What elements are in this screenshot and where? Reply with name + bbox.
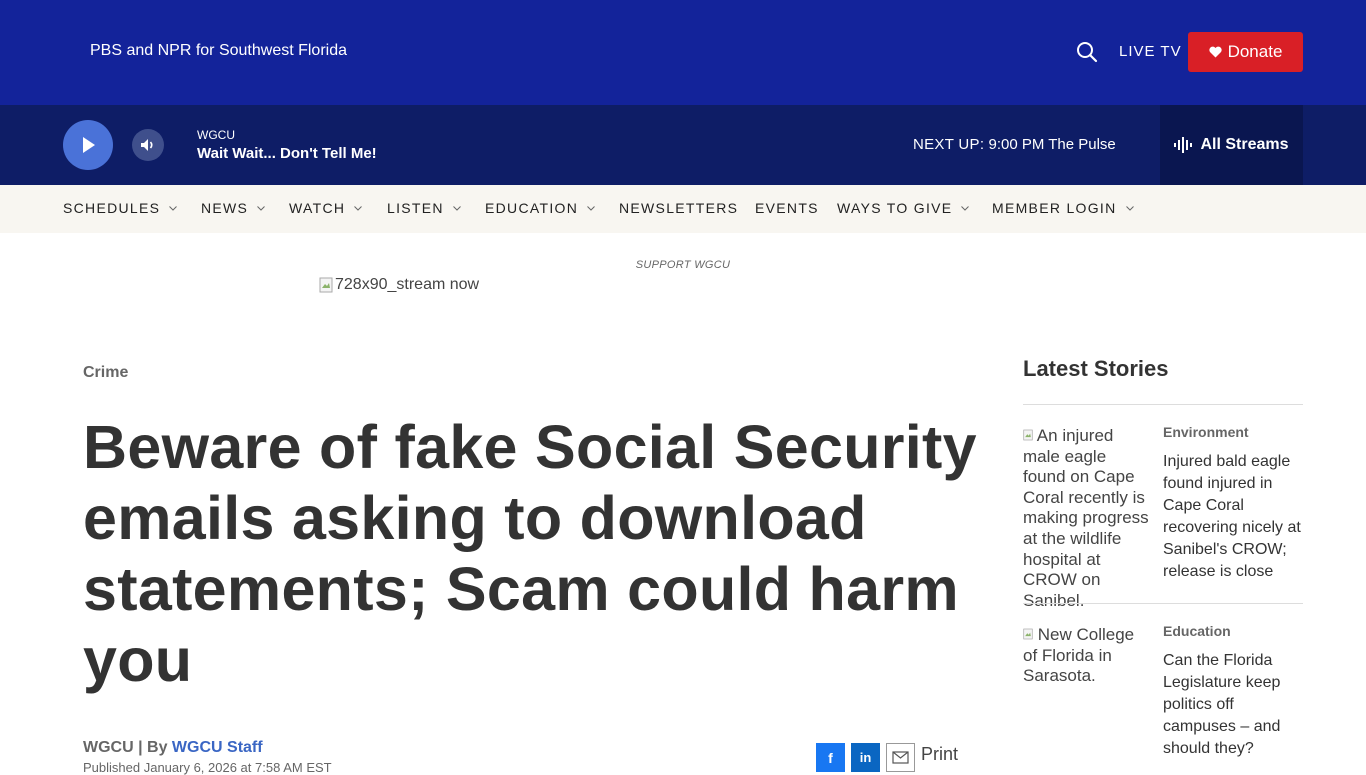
nav-listen[interactable]: LISTEN [387,200,461,216]
nav-education[interactable]: EDUCATION [485,200,595,216]
nav-label: SCHEDULES [63,200,161,216]
linkedin-icon: in [859,750,872,765]
site-header: PBS and NPR for Southwest Florida LIVE T… [0,0,1366,105]
nav-label: WAYS TO GIVE [837,200,953,216]
nav-news[interactable]: NEWS [201,200,266,216]
story-category[interactable]: Education [1163,623,1231,639]
chevron-down-icon [961,205,970,211]
author-link[interactable]: WGCU Staff [172,739,263,756]
divider [1023,603,1303,604]
chevron-down-icon [587,205,595,211]
story-image-alt: An injured male eagle found on Cape Cora… [1023,426,1149,610]
nav-label: MEMBER LOGIN [992,200,1117,216]
nav-watch[interactable]: WATCH [289,200,363,216]
live-tv-link[interactable]: LIVE TV [1119,43,1182,60]
chevron-down-icon [257,205,266,211]
latest-stories-heading: Latest Stories [1023,356,1169,381]
nav-label: NEWSLETTERS [619,200,739,216]
nav-label: NEWS [201,200,249,216]
play-icon [83,137,95,153]
support-label: SUPPORT WGCU [635,259,731,271]
email-icon [892,751,909,764]
chevron-down-icon [1125,205,1134,211]
story-category[interactable]: Environment [1163,424,1249,440]
next-up-program: 9:00 PM The Pulse [988,136,1116,153]
story-image[interactable]: An injured male eagle found on Cape Cora… [1023,426,1151,611]
volume-icon [141,139,153,151]
volume-button[interactable] [132,129,164,161]
station-name: WGCU [197,128,235,142]
nav-label: EDUCATION [485,200,579,216]
donate-label: Donate [1227,42,1283,61]
ad-banner[interactable]: 728x90_stream now [319,276,479,294]
next-up-label: NEXT UP: [913,136,985,153]
program-title: Wait Wait... Don't Tell Me! [197,145,377,162]
search-icon[interactable] [1076,41,1098,63]
print-link[interactable]: Print [921,744,958,765]
nav-events[interactable]: EVENTS [755,200,819,216]
all-streams-label: All Streams [1200,136,1289,153]
facebook-icon: f [828,749,833,766]
nav-member-login[interactable]: MEMBER LOGIN [992,200,1134,216]
byline: WGCU | By WGCU Staff [83,739,263,757]
audio-wave-icon [1174,137,1193,153]
byline-source: WGCU | By [83,739,172,756]
nav-schedules[interactable]: SCHEDULES [63,200,178,216]
next-up: NEXT UP: 9:00 PM The Pulse [913,136,1116,153]
play-button[interactable] [63,120,113,170]
all-streams-button[interactable]: All Streams [1160,105,1303,185]
divider [1023,404,1303,405]
broken-image-icon [319,277,333,293]
nav-label: WATCH [289,200,346,216]
story-image-alt: New College of Florida in Sarasota. [1023,625,1135,686]
article-headline: Beware of fake Social Security emails as… [83,413,977,694]
donate-button[interactable]: Donate [1188,32,1303,72]
nav-label: EVENTS [755,200,819,216]
chevron-down-icon [452,205,461,211]
story-title[interactable]: Can the Florida Legislature keep politic… [1163,650,1308,760]
heart-icon [1208,46,1222,58]
story-title[interactable]: Injured bald eagle found injured in Cape… [1163,451,1308,583]
broken-image-icon [1023,625,1038,644]
nav-ways-to-give[interactable]: WAYS TO GIVE [837,200,970,216]
nav-newsletters[interactable]: NEWSLETTERS [619,200,738,216]
site-tagline: PBS and NPR for Southwest Florida [90,42,348,59]
chevron-down-icon [169,205,178,211]
main-nav: SCHEDULES NEWS WATCH LISTEN EDUCATION NE… [0,185,1366,233]
chevron-down-icon [354,205,363,211]
ad-alt-text: 728x90_stream now [335,276,480,293]
nav-label: LISTEN [387,200,444,216]
article-category[interactable]: Crime [83,364,128,382]
story-image[interactable]: New College of Florida in Sarasota. [1023,625,1151,687]
broken-image-icon [1023,426,1037,445]
audio-player-bar: WGCU Wait Wait... Don't Tell Me! NEXT UP… [0,105,1366,185]
